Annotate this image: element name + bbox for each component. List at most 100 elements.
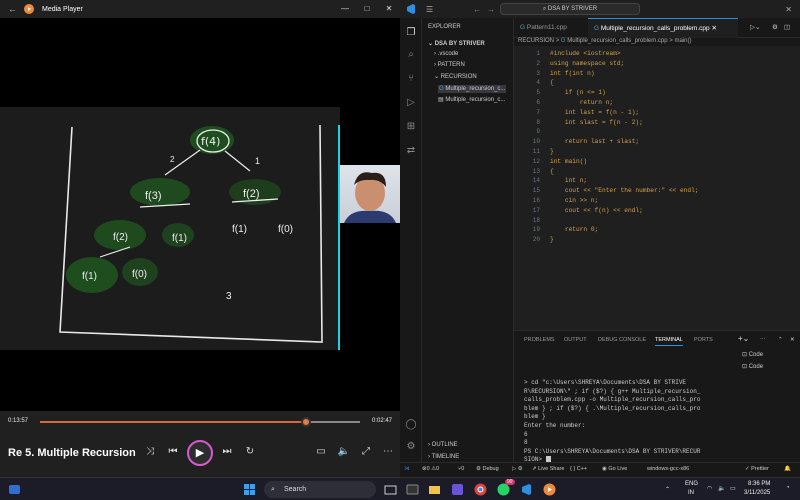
problems-status[interactable]: ⊗0 ⚠0 [422, 466, 439, 472]
tab-ports[interactable]: PORTS [694, 337, 713, 343]
windows-start-icon[interactable] [243, 483, 256, 496]
code-line: cout << "Enter the number:" << endl; [550, 187, 699, 195]
breadcrumb-file[interactable]: Multiple_recursion_calls_problem.cpp [567, 38, 667, 44]
close-window-icon[interactable]: ✕ [785, 5, 792, 14]
tree-item-recursion[interactable]: ⌄ RECURSION [434, 73, 477, 80]
volume-icon[interactable]: 🔈 [336, 444, 352, 460]
tab-problems[interactable]: PROBLEMS [524, 337, 555, 343]
go-live-status[interactable]: ◉ Go Live [602, 466, 627, 472]
code-line: int slast = f(n - 2); [550, 118, 643, 126]
tree-item-vscode[interactable]: › .vscode [434, 51, 458, 57]
run-icon[interactable]: ▷⌄ [744, 18, 760, 38]
language-indicator[interactable]: ENG [685, 481, 698, 487]
breadcrumb-separator: > [669, 38, 673, 44]
tree-item-cpp-file[interactable]: G Multiple_recursion_c... [438, 85, 507, 93]
tab-debug-console[interactable]: DEBUG CONSOLE [598, 337, 646, 343]
root-folder[interactable]: ⌄ DSA BY STRIVER [428, 40, 485, 47]
source-control-icon[interactable]: ⑂ [404, 72, 418, 86]
shuffle-icon[interactable]: ⤨ [142, 444, 158, 460]
command-search-box[interactable]: ⌕ DSA BY STRIVER [500, 3, 640, 15]
run-status-icon[interactable]: ▷ ⚙ [512, 466, 523, 472]
next-icon[interactable]: ⏭ [219, 444, 235, 460]
notification-center-icon[interactable]: ◔ [786, 485, 790, 491]
account-icon[interactable]: ◯ [404, 418, 418, 432]
outline-section[interactable]: › OUTLINE [428, 442, 458, 448]
volume-tray-icon[interactable]: 🔈 [718, 485, 725, 492]
battery-icon[interactable]: ▭ [730, 485, 736, 492]
wifi-icon[interactable]: ◠ [707, 485, 712, 492]
ports-status[interactable]: ⑂0 [458, 466, 464, 472]
pen-app-icon[interactable] [451, 483, 464, 496]
search-activity-icon[interactable]: ⌕ [404, 48, 418, 62]
close-button[interactable]: ✕ [378, 0, 400, 18]
vscode-taskbar-icon[interactable] [520, 483, 533, 496]
back-arrow-icon[interactable]: ← [8, 4, 18, 14]
settings-icon[interactable]: ⚙ [766, 18, 778, 38]
notifications-icon[interactable]: 🔔 [784, 466, 791, 472]
region-indicator[interactable]: IN [688, 490, 694, 496]
new-terminal-icon[interactable]: +⌄ [738, 334, 749, 343]
media-player-taskbar-icon[interactable] [543, 483, 556, 496]
minimize-button[interactable]: — [334, 0, 356, 18]
svg-text:f(4): f(4) [201, 135, 220, 148]
remote-icon[interactable]: ⇄ [404, 144, 418, 158]
svg-text:1: 1 [255, 156, 260, 166]
tab-output[interactable]: OUTPUT [564, 337, 587, 343]
terminal-instance[interactable]: ⊡ Code [742, 351, 763, 358]
more-actions-icon[interactable]: ⋯ [760, 337, 766, 343]
tab-pattern11[interactable]: G Pattern11.cpp [514, 18, 586, 38]
file-explorer-icon[interactable] [428, 483, 441, 496]
remote-status-icon[interactable]: ⋊ [404, 466, 410, 472]
seek-thumb[interactable] [300, 417, 311, 427]
breadcrumb-symbol[interactable]: main() [674, 38, 691, 44]
miniplayer-icon[interactable]: ▭ [313, 444, 329, 460]
terminal-instance[interactable]: ⊡ Code [742, 363, 763, 370]
debug-status[interactable]: ⚙ Debug [476, 466, 499, 472]
language-status[interactable]: { } C++ [570, 466, 587, 472]
more-icon[interactable]: ⋯ [380, 444, 396, 460]
maximize-button[interactable]: □ [356, 0, 378, 18]
files-icon[interactable]: ❐ [404, 26, 418, 40]
elapsed-time: 0:13:57 [8, 418, 29, 424]
collapse-panel-icon[interactable]: ⌃ [778, 337, 783, 343]
tab-multiple-recursion[interactable]: G Multiple_recursion_calls_problem.cpp ✕ [588, 18, 738, 38]
compiler-status[interactable]: windows-gcc-x86 [647, 466, 689, 472]
terminal-app-icon[interactable] [406, 483, 419, 496]
line-number: 6 [536, 99, 540, 106]
play-button[interactable]: ▶ [187, 440, 213, 466]
menu-icon[interactable]: ☰ [426, 5, 433, 14]
tab-terminal[interactable]: TERMINAL [655, 337, 683, 346]
line-number: 20 [532, 236, 540, 244]
repeat-icon[interactable]: ↻ [242, 444, 258, 460]
tray-overflow-icon[interactable]: ⌃ [665, 486, 670, 493]
vscode-logo-icon [407, 4, 415, 14]
breadcrumb-separator: > [555, 38, 560, 44]
tree-item-pattern[interactable]: › PATTERN [434, 62, 465, 68]
prettier-status[interactable]: ✓ Prettier [745, 466, 769, 472]
extensions-icon[interactable]: ⊞ [404, 120, 418, 134]
close-panel-icon[interactable]: ✕ [790, 337, 795, 343]
breadcrumb-folder[interactable]: RECURSION [518, 38, 554, 44]
fullscreen-icon[interactable]: ⤢ [358, 444, 374, 460]
terminal-line: calls_problem.cpp -o Multiple_recursion_… [524, 396, 701, 404]
clock-date[interactable]: 3/11/2025 [744, 490, 770, 496]
task-view-icon[interactable] [384, 483, 397, 496]
run-debug-icon[interactable]: ▷ [404, 96, 418, 110]
live-share-status[interactable]: ⇗ Live Share [532, 466, 564, 472]
line-number: 17 [532, 206, 540, 214]
forward-nav-icon[interactable]: → [487, 5, 495, 14]
line-number: 16 [532, 197, 540, 204]
back-nav-icon[interactable]: ← [473, 5, 481, 14]
chrome-icon[interactable] [474, 483, 487, 496]
widgets-icon[interactable] [8, 483, 21, 496]
settings-gear-icon[interactable]: ⚙ [404, 440, 418, 454]
timeline-section[interactable]: › TIMELINE [428, 454, 459, 460]
terminal-output[interactable]: > cd "c:\Users\SHREYA\Documents\DSA BY S… [524, 379, 734, 465]
code-editor[interactable]: 1 #include <iostream> 2 using namespace std… [514, 46, 800, 330]
taskbar-search[interactable]: ⌕ Search [264, 481, 376, 498]
previous-icon[interactable]: ⏮ [165, 444, 181, 460]
clock-time[interactable]: 8:36 PM [748, 481, 770, 487]
bottom-panel: PROBLEMS OUTPUT DEBUG CONSOLE TERMINAL P… [514, 330, 800, 465]
tree-item-exe-file[interactable]: ▤ Multiple_recursion_c... [438, 96, 505, 103]
split-editor-icon[interactable]: ◫ [778, 18, 790, 38]
